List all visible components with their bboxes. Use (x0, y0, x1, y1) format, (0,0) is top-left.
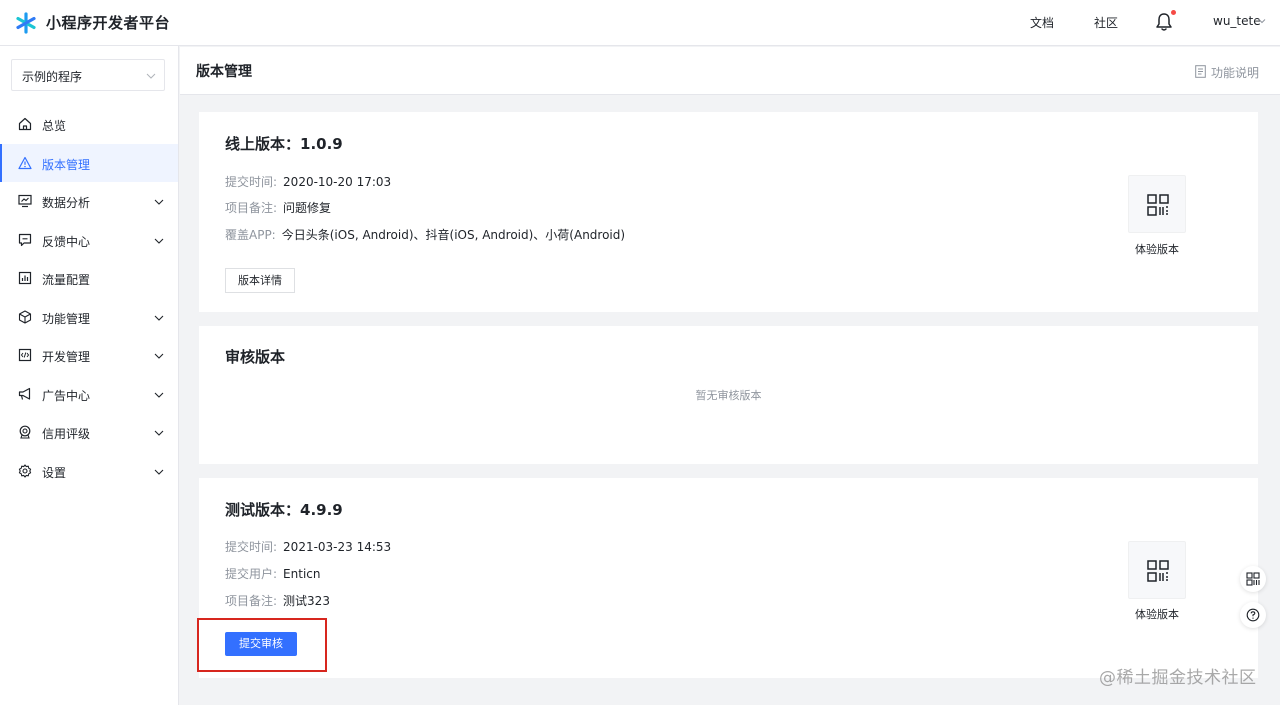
meta-row: 项目备注: 测试323 (225, 592, 330, 609)
question-circle-icon (1246, 608, 1260, 622)
home-icon (18, 117, 32, 131)
badge-icon (19, 425, 31, 439)
brand-title[interactable]: 小程序开发者平台 (46, 12, 170, 33)
feedback-icon (18, 233, 32, 247)
sidebar-item-label: 信用评级 (42, 427, 91, 441)
sidebar-item-traffic-config[interactable]: 流量配置 (0, 259, 178, 297)
meta-row: 覆盖APP: 今日头条(iOS, Android)、抖音(iOS, Android… (225, 226, 625, 243)
user-menu[interactable]: wu_tete (1213, 14, 1261, 28)
app-select[interactable]: 示例的程序 (11, 59, 165, 91)
chevron-down-icon (154, 238, 164, 244)
meta-value: 测试323 (283, 594, 330, 608)
chevron-down-icon[interactable] (1258, 17, 1266, 25)
qr-code-label: 体验版本 (1135, 608, 1179, 621)
chevron-down-icon (154, 392, 164, 398)
meta-key: 项目备注: (225, 201, 278, 215)
qr-code-button[interactable] (1128, 541, 1186, 599)
meta-key: 提交时间: (225, 540, 278, 554)
meta-row: 项目备注: 问题修复 (225, 199, 331, 216)
app-select-value: 示例的程序 (22, 70, 83, 84)
help-link[interactable]: 功能说明 (1211, 64, 1259, 81)
highlight-box (197, 618, 327, 672)
float-qr-button[interactable] (1240, 566, 1266, 592)
test-version-card: 测试版本：4.9.9 提交时间: 2021-03-23 14:53 提交用户: En… (199, 478, 1258, 678)
sidebar-item-data-analysis[interactable]: 数据分析 (0, 182, 178, 220)
monitor-chart-icon (18, 194, 32, 208)
warning-triangle-icon (18, 156, 32, 170)
sidebar-item-label: 总览 (42, 119, 67, 133)
sidebar-item-label: 数据分析 (42, 196, 91, 210)
megaphone-icon (18, 387, 31, 400)
watermark: @稀土掘金技术社区 (1099, 668, 1257, 688)
chevron-down-icon (154, 469, 164, 475)
chevron-down-icon (154, 315, 164, 321)
float-help-button[interactable] (1240, 602, 1266, 628)
meta-row: 提交时间: 2021-03-23 14:53 (225, 538, 391, 555)
gear-icon (18, 464, 32, 478)
docs-link[interactable]: 文档 (1030, 14, 1054, 31)
meta-key: 项目备注: (225, 594, 278, 608)
sidebar-item-label: 功能管理 (42, 312, 91, 326)
review-version-title: 审核版本 (225, 348, 286, 366)
bell-icon[interactable] (1155, 12, 1173, 32)
meta-value: 2020-10-20 17:03 (283, 175, 392, 189)
sidebar-item-label: 广告中心 (42, 389, 91, 403)
community-link[interactable]: 社区 (1094, 14, 1118, 31)
sidebar: 示例的程序 总览 版本管理 数据分析 反馈中心 流量配置 功能管理 开发管理 广… (0, 46, 179, 705)
meta-row: 提交时间: 2020-10-20 17:03 (225, 173, 391, 190)
bar-chart-icon (18, 271, 32, 285)
version-details-button[interactable]: 版本详情 (225, 268, 295, 293)
meta-value: Enticn (283, 567, 321, 581)
qr-code-icon (1147, 560, 1169, 582)
page-title: 版本管理 (196, 64, 252, 80)
document-icon[interactable] (1195, 65, 1206, 78)
sidebar-item-overview[interactable]: 总览 (0, 105, 178, 143)
cube-icon (18, 310, 32, 324)
chevron-down-icon (154, 430, 164, 436)
qr-code-label: 体验版本 (1135, 243, 1179, 256)
sidebar-item-version-management[interactable]: 版本管理 (0, 144, 178, 182)
meta-value: 问题修复 (283, 201, 332, 215)
page-header: 版本管理 功能说明 (180, 47, 1280, 95)
meta-row: 提交用户: Enticn (225, 565, 320, 582)
test-version-title: 测试版本：4.9.9 (225, 501, 343, 519)
sidebar-item-label: 设置 (42, 466, 67, 480)
sidebar-item-credit-rating[interactable]: 信用评级 (0, 413, 178, 451)
sidebar-item-dev-management[interactable]: 开发管理 (0, 336, 178, 374)
online-version-card: 线上版本：1.0.9 提交时间: 2020-10-20 17:03 项目备注: 问题… (199, 112, 1258, 312)
sidebar-item-label: 版本管理 (42, 158, 91, 172)
sidebar-item-label: 流量配置 (42, 273, 91, 287)
qr-code-button[interactable] (1128, 175, 1186, 233)
sidebar-item-settings[interactable]: 设置 (0, 452, 178, 490)
chevron-down-icon (154, 353, 164, 359)
chevron-down-icon (154, 199, 164, 205)
asterisk-logo[interactable] (14, 11, 38, 35)
meta-value: 今日头条(iOS, Android)、抖音(iOS, Android)、小荷(A… (281, 228, 626, 242)
chevron-down-icon (146, 73, 156, 79)
meta-key: 提交时间: (225, 175, 278, 189)
sidebar-item-label: 开发管理 (42, 350, 91, 364)
meta-key: 覆盖APP: (225, 228, 276, 242)
meta-value: 2021-03-23 14:53 (283, 540, 392, 554)
review-version-card: 审核版本 暂无审核版本 (199, 326, 1258, 464)
qr-code-icon (1147, 194, 1169, 216)
sidebar-item-ad-center[interactable]: 广告中心 (0, 375, 178, 413)
code-icon (18, 348, 32, 362)
sidebar-item-label: 反馈中心 (42, 235, 91, 249)
meta-key: 提交用户: (225, 567, 278, 581)
notification-dot (1171, 10, 1176, 15)
qr-code-icon (1246, 572, 1260, 586)
online-version-title: 线上版本：1.0.9 (225, 135, 343, 153)
empty-state-text: 暂无审核版本 (695, 389, 762, 402)
top-bar: 小程序开发者平台 文档 社区 wu_tete (0, 0, 1280, 46)
sidebar-item-feature-management[interactable]: 功能管理 (0, 298, 178, 336)
sidebar-item-feedback[interactable]: 反馈中心 (0, 221, 178, 259)
